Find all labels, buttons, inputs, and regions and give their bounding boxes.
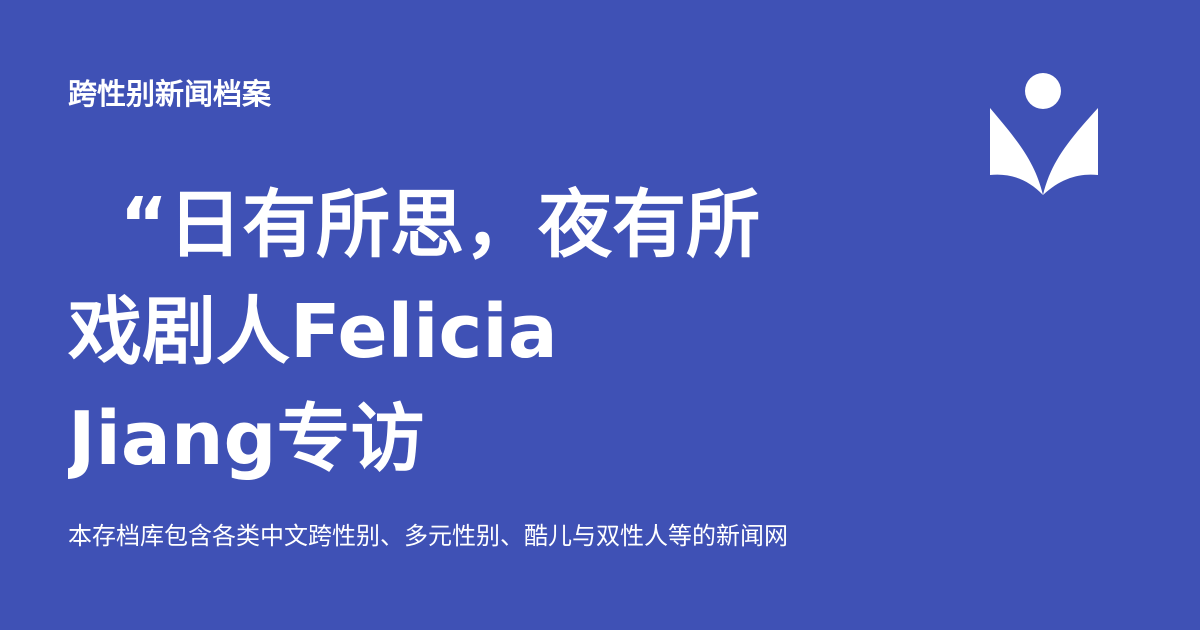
article-title: “日有所思，夜有所 戏剧人Felicia Jiang专访 (68, 182, 761, 482)
description-container: 本存档库包含各类中文跨性别、多元性别、酷儿与双性人等的新闻网 (68, 518, 892, 558)
social-preview-card: 跨性别新闻档案 “日有所思，夜有所 戏剧人Felicia Jiang专访 本存档… (0, 0, 1200, 630)
title-container: “日有所思，夜有所 戏剧人Felicia Jiang专访 (68, 172, 890, 494)
reader-head-shape (1025, 73, 1061, 109)
book-left-page-shape (990, 108, 1043, 195)
open-book-reader-icon (990, 73, 1098, 195)
article-description: 本存档库包含各类中文跨性别、多元性别、酷儿与双性人等的新闻网 (68, 522, 788, 550)
book-right-page-shape (1043, 108, 1098, 195)
site-name: 跨性别新闻档案 (68, 77, 272, 111)
